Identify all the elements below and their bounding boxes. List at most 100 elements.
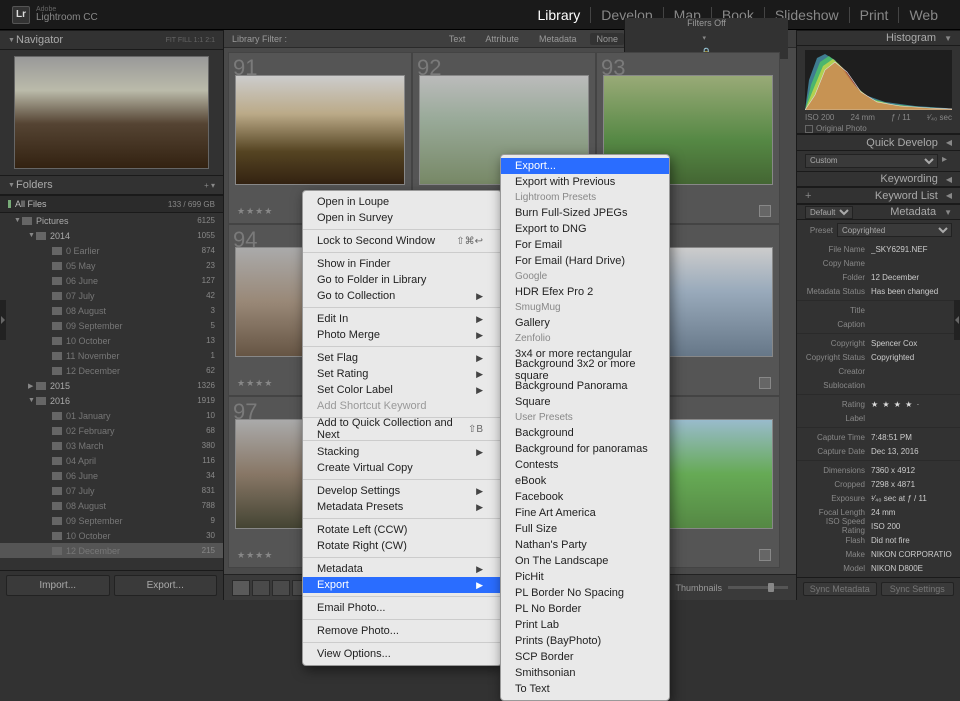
folder-row[interactable]: 07 July42 <box>0 288 223 303</box>
menu-item[interactable]: Burn Full-Sized JPEGs <box>501 205 669 221</box>
folder-row[interactable]: ▶20151326 <box>0 378 223 393</box>
metadata-set-select[interactable]: Default <box>805 206 853 219</box>
navigator-header[interactable]: ▼Navigator FIT FILL 1:1 2:1 <box>0 30 223 50</box>
menu-item[interactable]: eBook <box>501 473 669 489</box>
menu-item[interactable]: Show in Finder <box>303 256 501 272</box>
folder-row[interactable]: 07 July831 <box>0 483 223 498</box>
folder-row[interactable]: 09 September9 <box>0 513 223 528</box>
menu-item[interactable]: Facebook <box>501 489 669 505</box>
sync-metadata-button[interactable]: Sync Metadata <box>803 582 877 596</box>
sync-settings-button[interactable]: Sync Settings <box>881 582 955 596</box>
loupe-view-button[interactable] <box>252 580 270 596</box>
menu-item[interactable]: Export with Previous <box>501 174 669 190</box>
menu-item[interactable]: Fine Art America <box>501 505 669 521</box>
menu-item[interactable]: Export... <box>501 158 669 174</box>
menu-item[interactable]: Export▶ <box>303 577 501 593</box>
menu-item[interactable]: Add to Quick Collection and Next⇧B <box>303 421 501 437</box>
import-button[interactable]: Import... <box>6 575 110 596</box>
menu-item[interactable]: Background <box>501 425 669 441</box>
folder-row[interactable]: 12 December62 <box>0 363 223 378</box>
menu-item[interactable]: For Email (Hard Drive) <box>501 253 669 269</box>
menu-item[interactable]: Background 3x2 or more square <box>501 362 669 378</box>
thumbnail-size-slider[interactable] <box>728 586 788 589</box>
module-web[interactable]: Web <box>899 7 948 23</box>
metadata-preset-select[interactable]: Copyrighted <box>837 223 952 237</box>
folder-row[interactable]: 06 June127 <box>0 273 223 288</box>
menu-item[interactable]: Go to Folder in Library <box>303 272 501 288</box>
menu-item[interactable]: View Options... <box>303 646 501 662</box>
menu-item[interactable]: Email Photo... <box>303 600 501 616</box>
menu-item[interactable]: Rotate Left (CCW) <box>303 522 501 538</box>
menu-item[interactable]: On The Landscape <box>501 553 669 569</box>
folder-row[interactable]: 09 September5 <box>0 318 223 333</box>
menu-item[interactable]: Lock to Second Window⇧⌘↩ <box>303 233 501 249</box>
keyword-list-header[interactable]: +Keyword List◀ <box>797 187 960 203</box>
menu-item[interactable]: Open in Survey <box>303 210 501 226</box>
menu-item[interactable]: Full Size <box>501 521 669 537</box>
menu-item[interactable]: Edit In▶ <box>303 311 501 327</box>
original-photo-checkbox[interactable]: Original Photo <box>805 124 952 133</box>
navigator-preview[interactable] <box>0 50 223 175</box>
menu-item[interactable]: Set Flag▶ <box>303 350 501 366</box>
menu-item[interactable]: Create Virtual Copy <box>303 460 501 476</box>
filter-none[interactable]: None <box>590 33 624 45</box>
menu-item[interactable]: To Text <box>501 681 669 697</box>
folder-row[interactable]: 06 June34 <box>0 468 223 483</box>
menu-item[interactable]: Square <box>501 394 669 410</box>
menu-item[interactable]: PL Border No Spacing <box>501 585 669 601</box>
folder-row[interactable]: 08 August3 <box>0 303 223 318</box>
folder-row[interactable]: 10 October13 <box>0 333 223 348</box>
histogram-canvas[interactable] <box>805 50 952 110</box>
folder-row[interactable]: 08 August788 <box>0 498 223 513</box>
navigator-zoom-presets[interactable]: FIT FILL 1:1 2:1 <box>166 37 215 44</box>
right-panel-collapse[interactable] <box>954 300 960 340</box>
filter-metadata[interactable]: Metadata <box>533 33 583 45</box>
quickdev-preset-select[interactable]: Custom <box>805 154 938 168</box>
menu-item[interactable]: Export to DNG <box>501 221 669 237</box>
menu-item[interactable]: Background for panoramas <box>501 441 669 457</box>
menu-item[interactable]: SCP Border <box>501 649 669 665</box>
menu-item[interactable]: PicHit <box>501 569 669 585</box>
folder-row[interactable]: 02 February68 <box>0 423 223 438</box>
menu-item[interactable]: Metadata▶ <box>303 561 501 577</box>
menu-item[interactable]: Open in Loupe <box>303 194 501 210</box>
volume-header[interactable]: All Files 133 / 699 GB <box>0 195 223 213</box>
menu-item[interactable]: Gallery <box>501 315 669 331</box>
menu-item[interactable]: Contests <box>501 457 669 473</box>
metadata-header[interactable]: Default Metadata▼ <box>797 204 960 220</box>
folder-row[interactable]: ▼Pictures6125 <box>0 213 223 228</box>
folder-row[interactable]: ▼20141055 <box>0 228 223 243</box>
menu-item[interactable]: PL No Border <box>501 601 669 617</box>
menu-item[interactable]: Rotate Right (CW) <box>303 538 501 554</box>
filter-attribute[interactable]: Attribute <box>479 33 525 45</box>
menu-item[interactable]: Go to Collection▶ <box>303 288 501 304</box>
menu-item[interactable]: Stacking▶ <box>303 444 501 460</box>
folder-row[interactable]: 12 December215 <box>0 543 223 558</box>
module-library[interactable]: Library <box>528 7 592 23</box>
folder-row[interactable]: 0 Earlier874 <box>0 243 223 258</box>
folder-row[interactable]: 11 November1 <box>0 348 223 363</box>
menu-item[interactable]: Set Color Label▶ <box>303 382 501 398</box>
keywording-header[interactable]: Keywording◀ <box>797 171 960 187</box>
menu-item[interactable]: Prints (BayPhoto) <box>501 633 669 649</box>
export-button[interactable]: Export... <box>114 575 218 596</box>
grid-view-button[interactable] <box>232 580 250 596</box>
menu-item[interactable]: Nathan's Party <box>501 537 669 553</box>
folder-row[interactable]: 10 October30 <box>0 528 223 543</box>
filters-off[interactable]: Filters Off <box>687 18 726 28</box>
folder-row[interactable]: 03 March380 <box>0 438 223 453</box>
compare-view-button[interactable] <box>272 580 290 596</box>
filter-preset-dropdown[interactable]: ▾ <box>703 34 711 42</box>
menu-item[interactable]: For Email <box>501 237 669 253</box>
histogram-header[interactable]: Histogram▼ <box>797 30 960 46</box>
menu-item[interactable]: Set Rating▶ <box>303 366 501 382</box>
menu-item[interactable]: Print Lab <box>501 617 669 633</box>
folder-row[interactable]: 01 January10 <box>0 408 223 423</box>
menu-item[interactable]: HDR Efex Pro 2 <box>501 284 669 300</box>
menu-item[interactable]: Photo Merge▶ <box>303 327 501 343</box>
folder-row[interactable]: 04 April116 <box>0 453 223 468</box>
quick-develop-header[interactable]: Quick Develop◀ <box>797 134 960 150</box>
filter-text[interactable]: Text <box>443 33 472 45</box>
folder-row[interactable]: 05 May23 <box>0 258 223 273</box>
menu-item[interactable]: Metadata Presets▶ <box>303 499 501 515</box>
